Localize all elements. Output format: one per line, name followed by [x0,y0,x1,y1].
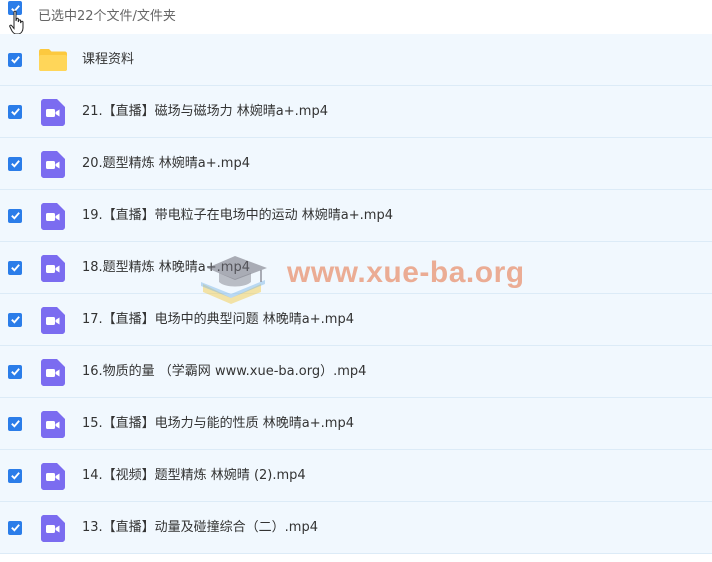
video-file-icon [41,98,65,126]
file-name[interactable]: 18.题型精炼 林晚晴a+.mp4 [82,259,250,277]
list-item[interactable]: 21.【直播】磁场与磁场力 林婉晴a+.mp4 [0,86,712,138]
selection-header: 已选中22个文件/文件夹 [0,0,712,35]
list-item[interactable]: 13.【直播】动量及碰撞综合（二）.mp4 [0,502,712,554]
video-file-icon [41,410,65,438]
list-item[interactable]: 16.物质的量 （学霸网 www.xue-ba.org）.mp4 [0,346,712,398]
list-item[interactable]: 20.题型精炼 林婉晴a+.mp4 [0,138,712,190]
list-item[interactable]: 15.【直播】电场力与能的性质 林晚晴a+.mp4 [0,398,712,450]
file-name[interactable]: 16.物质的量 （学霸网 www.xue-ba.org）.mp4 [82,363,366,381]
list-item[interactable]: 课程资料 [0,34,712,86]
row-checkbox[interactable] [8,260,22,275]
row-checkbox[interactable] [8,520,22,535]
file-name[interactable]: 13.【直播】动量及碰撞综合（二）.mp4 [82,519,318,537]
folder-icon [39,48,67,71]
video-file-icon [41,514,65,542]
file-name[interactable]: 20.题型精炼 林婉晴a+.mp4 [82,155,250,173]
video-file-icon [41,202,65,230]
list-item[interactable]: 14.【视频】题型精炼 林婉晴 (2).mp4 [0,450,712,502]
row-checkbox[interactable] [8,312,22,327]
row-checkbox[interactable] [8,52,22,67]
row-checkbox[interactable] [8,104,22,119]
file-name[interactable]: 课程资料 [82,51,134,69]
video-file-icon [41,306,65,334]
list-item[interactable]: 17.【直播】电场中的典型问题 林晚晴a+.mp4 [0,294,712,346]
file-name[interactable]: 15.【直播】电场力与能的性质 林晚晴a+.mp4 [82,415,354,433]
selection-count: 已选中22个文件/文件夹 [38,9,176,24]
file-name[interactable]: 14.【视频】题型精炼 林婉晴 (2).mp4 [82,467,306,485]
file-list: 课程资料 21.【直播】磁场与磁场力 林婉晴a+.mp4 20.题型精炼 林婉晴… [0,34,712,554]
file-name[interactable]: 17.【直播】电场中的典型问题 林晚晴a+.mp4 [82,311,354,329]
list-item[interactable]: 18.题型精炼 林晚晴a+.mp4 [0,242,712,294]
video-file-icon [41,358,65,386]
row-checkbox[interactable] [8,208,22,223]
row-checkbox[interactable] [8,364,22,379]
row-checkbox[interactable] [8,468,22,483]
video-file-icon [41,254,65,282]
row-checkbox[interactable] [8,156,22,171]
video-file-icon [41,150,65,178]
file-name[interactable]: 21.【直播】磁场与磁场力 林婉晴a+.mp4 [82,103,328,121]
list-item[interactable]: 19.【直播】带电粒子在电场中的运动 林婉晴a+.mp4 [0,190,712,242]
row-checkbox[interactable] [8,416,22,431]
hand-cursor-icon [9,10,24,35]
file-name[interactable]: 19.【直播】带电粒子在电场中的运动 林婉晴a+.mp4 [82,207,393,225]
video-file-icon [41,462,65,490]
